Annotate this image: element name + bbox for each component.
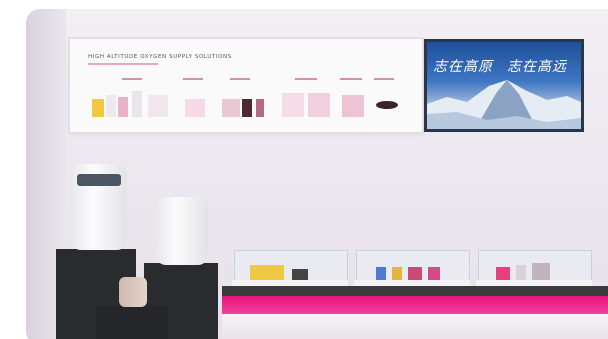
counter-base (222, 314, 608, 339)
small-device-beige (119, 277, 147, 307)
counter-magenta-led-strip (222, 296, 608, 314)
oxygen-concentrator-large (71, 164, 127, 250)
pedestal-low (96, 306, 168, 339)
photo-frame: HIGH ALTITUDE OXYGEN SUPPLY SOLUTIONS 志在… (0, 0, 608, 339)
product-image (222, 99, 240, 117)
counter-top (222, 286, 608, 296)
product-image (256, 99, 264, 117)
case-product-item (392, 267, 402, 281)
product-label (340, 78, 362, 80)
case-product-item (376, 267, 386, 281)
product-label (295, 78, 317, 80)
case-product-item (408, 267, 422, 281)
case-product-item (516, 265, 526, 281)
case-product-item (532, 263, 550, 281)
product-label (374, 78, 394, 80)
lightbox-subtitle-bar (88, 63, 158, 65)
screen-slogan-left: 志在高原 (433, 59, 493, 75)
product-image (282, 93, 304, 117)
display-screen: 志在高原 志在高远 (424, 39, 584, 132)
screen-slogan-right: 志在高远 (507, 59, 567, 75)
device-display-panel (77, 174, 121, 186)
product-image (376, 101, 398, 109)
product-image (92, 99, 104, 117)
product-image (185, 99, 205, 117)
product-image (148, 95, 168, 117)
case-product-item (250, 265, 284, 281)
lightbox-title: HIGH ALTITUDE OXYGEN SUPPLY SOLUTIONS (88, 54, 232, 60)
exhibition-booth-scene: HIGH ALTITUDE OXYGEN SUPPLY SOLUTIONS 志在… (26, 9, 608, 339)
product-image (342, 95, 364, 117)
oxygen-concentrator-small (156, 197, 208, 265)
product-image (242, 99, 252, 117)
product-label (122, 78, 142, 80)
product-lightbox-panel: HIGH ALTITUDE OXYGEN SUPPLY SOLUTIONS (70, 39, 422, 132)
product-image (308, 93, 330, 117)
product-image (132, 91, 142, 117)
mountain-image: 志在高原 志在高远 (427, 42, 581, 129)
case-product-item (496, 267, 510, 281)
case-product-item (428, 267, 440, 281)
product-label (183, 78, 203, 80)
product-image (118, 97, 128, 117)
product-image (106, 95, 116, 117)
product-label (230, 78, 250, 80)
